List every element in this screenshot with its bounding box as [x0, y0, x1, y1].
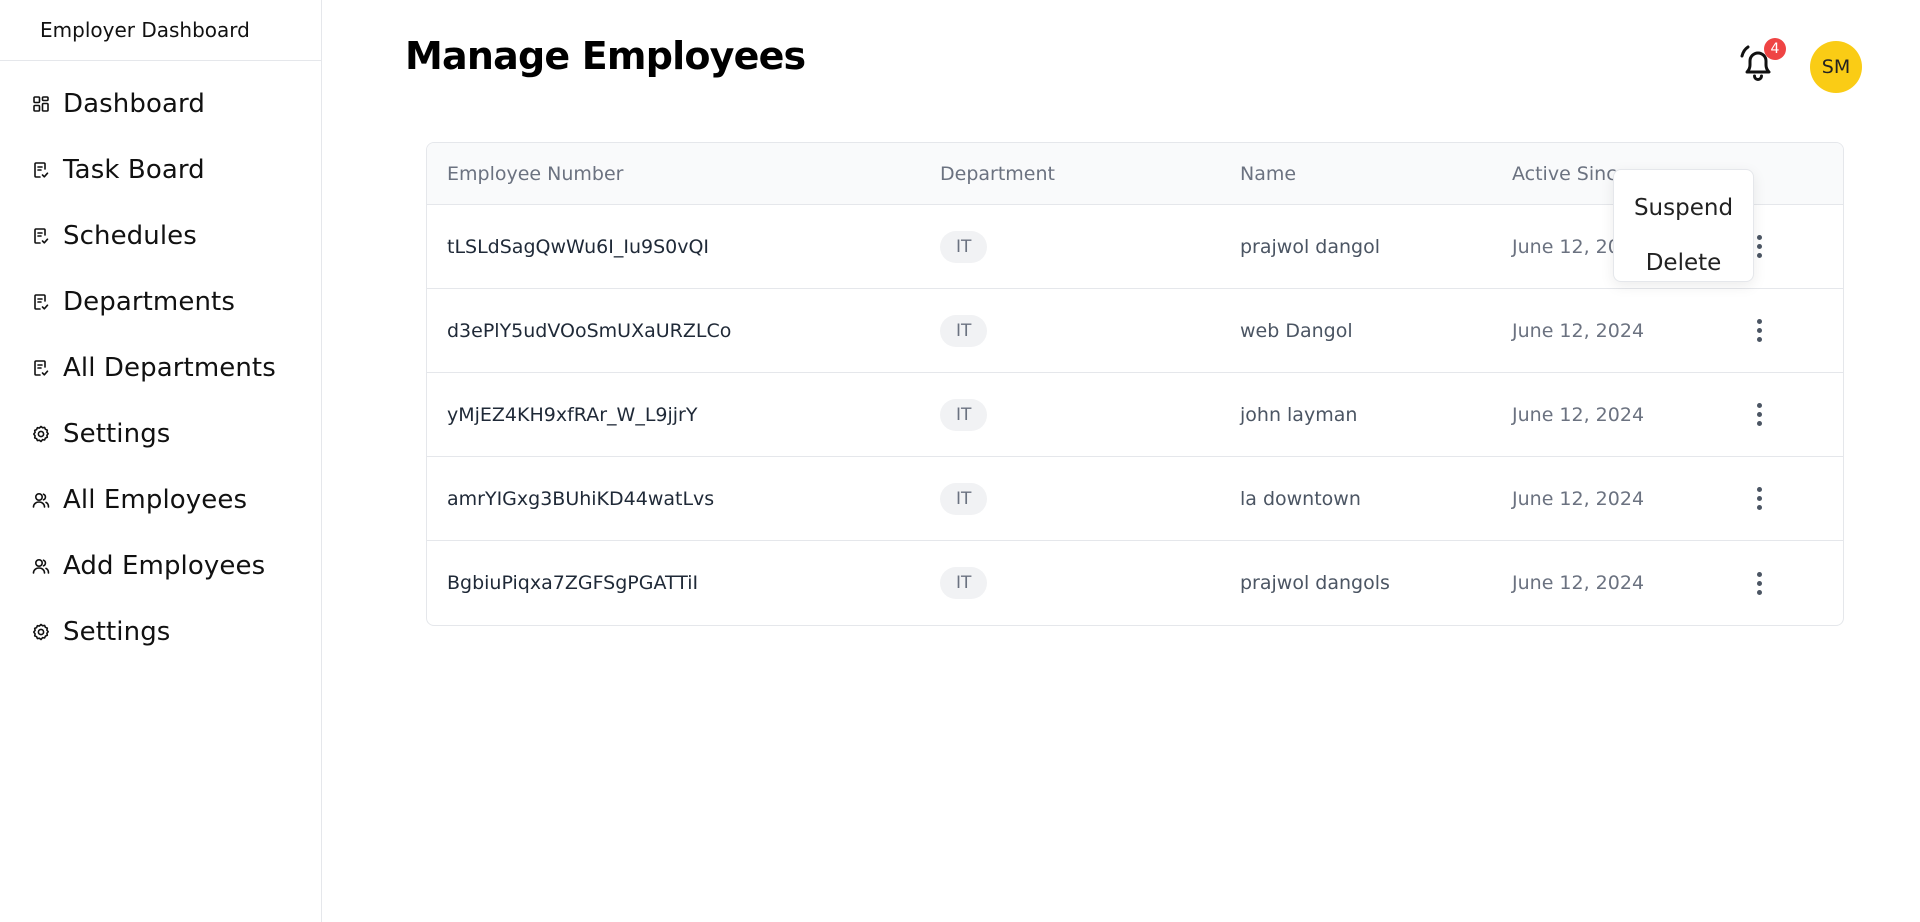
sidebar-item-add-employees[interactable]: Add Employees [0, 533, 321, 599]
sidebar-nav: Dashboard Task Board Schedules Departmen… [0, 61, 321, 665]
clipboard-check-icon [31, 160, 51, 180]
sidebar-item-label: Task Board [63, 155, 205, 185]
more-options-icon[interactable] [1747, 569, 1771, 597]
sidebar-item-label: All Employees [63, 485, 248, 515]
users-icon [31, 556, 51, 576]
clipboard-check-icon [31, 358, 51, 378]
column-header-active-since[interactable]: Active Since [1512, 163, 1628, 185]
employee-name: prajwol dangol [1240, 235, 1380, 258]
sidebar-item-task-board[interactable]: Task Board [0, 137, 321, 203]
more-options-icon[interactable] [1747, 401, 1771, 429]
clipboard-check-icon [31, 292, 51, 312]
more-options-icon[interactable] [1747, 485, 1771, 513]
suspend-menu-item[interactable]: Suspend [1614, 180, 1753, 235]
employee-name: la downtown [1240, 487, 1361, 510]
sidebar-item-settings[interactable]: Settings [0, 401, 321, 467]
users-icon [31, 490, 51, 510]
sidebar-item-schedules[interactable]: Schedules [0, 203, 321, 269]
department-badge: IT [940, 230, 988, 263]
employee-number: tLSLdSagQwWu6I_Iu9S0vQI [447, 235, 710, 258]
page-title: Manage Employees [405, 34, 806, 78]
sidebar-item-settings-2[interactable]: Settings [0, 599, 321, 665]
employee-number: amrYIGxg3BUhiKD44watLvs [447, 487, 715, 510]
employee-name: prajwol dangols [1240, 572, 1390, 594]
department-badge: IT [940, 398, 988, 431]
sidebar: Employer Dashboard Dashboard Task Board … [0, 0, 322, 922]
department-badge: IT [940, 314, 988, 347]
gear-icon [31, 424, 51, 444]
avatar[interactable]: SM [1810, 41, 1862, 93]
sidebar-item-dashboard[interactable]: Dashboard [0, 71, 321, 137]
more-options-icon[interactable] [1747, 317, 1771, 345]
department-badge: IT [940, 567, 988, 599]
column-header-department[interactable]: Department [940, 163, 1055, 185]
department-badge: IT [940, 482, 988, 515]
sidebar-item-label: Settings [63, 419, 171, 449]
active-since: June 12, 2024 [1512, 319, 1645, 342]
table-row: yMjEZ4KH9xfRAr_W_L9jjrY IT john layman J… [427, 373, 1843, 457]
sidebar-item-all-employees[interactable]: All Employees [0, 467, 321, 533]
sidebar-item-label: Schedules [63, 221, 197, 251]
employee-number: BgbiuPiqxa7ZGFSgPGATTiI [447, 572, 699, 594]
delete-menu-item[interactable]: Delete [1614, 235, 1753, 290]
sidebar-item-label: Add Employees [63, 551, 266, 581]
sidebar-item-label: All Departments [63, 353, 276, 383]
sidebar-item-label: Dashboard [63, 89, 205, 119]
active-since: June 12, 2024 [1512, 403, 1645, 426]
table-row: amrYIGxg3BUhiKD44watLvs IT la downtown J… [427, 457, 1843, 541]
employee-name: john layman [1240, 403, 1358, 426]
active-since: June 12, 2024 [1512, 572, 1645, 594]
sidebar-item-label: Settings [63, 617, 171, 647]
table-row: BgbiuPiqxa7ZGFSgPGATTiI IT prajwol dango… [427, 541, 1843, 625]
sidebar-title: Employer Dashboard [0, 0, 321, 61]
column-header-employee-number[interactable]: Employee Number [447, 163, 623, 185]
notification-badge: 4 [1764, 38, 1786, 60]
row-actions-menu: Suspend Delete [1613, 169, 1754, 282]
sidebar-item-all-departments[interactable]: All Departments [0, 335, 321, 401]
grid-icon [31, 94, 51, 114]
column-header-name[interactable]: Name [1240, 163, 1296, 185]
sidebar-item-label: Departments [63, 287, 235, 317]
gear-icon [31, 622, 51, 642]
employee-number: yMjEZ4KH9xfRAr_W_L9jjrY [447, 403, 698, 426]
table-row: d3ePlY5udVOoSmUXaURZLCo IT web Dangol Ju… [427, 289, 1843, 373]
employee-number: d3ePlY5udVOoSmUXaURZLCo [447, 319, 732, 342]
active-since: June 12, 2024 [1512, 487, 1645, 510]
clipboard-check-icon [31, 226, 51, 246]
sidebar-item-departments[interactable]: Departments [0, 269, 321, 335]
employee-name: web Dangol [1240, 319, 1353, 342]
